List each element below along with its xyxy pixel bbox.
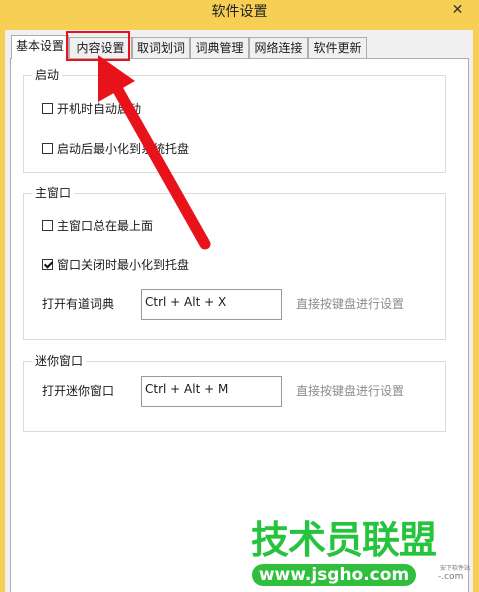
tab-label: 词典管理 [195,41,244,55]
checkbox-box[interactable] [42,220,53,231]
checkbox-box-checked[interactable] [42,259,53,270]
close-button[interactable]: ✕ [436,0,479,22]
watermark-small-text: 安下软件站 [440,565,471,572]
title-bar[interactable]: 软件设置 ✕ [0,0,479,30]
checkbox-label: 开机时自动启动 [57,102,142,116]
open-dictionary-hotkey-label: 打开有道词典 [42,297,115,311]
tab-word-capture[interactable]: 取词划词 [132,37,190,58]
open-dictionary-hotkey-input[interactable]: Ctrl + Alt + X [141,289,282,320]
window-title: 软件设置 [211,4,268,20]
site-watermark: 技术员联盟 www.jsgho.com 安下软件站 -.com [244,518,479,592]
group-title: 启动 [32,68,63,82]
open-mini-window-hotkey-label: 打开迷你窗口 [42,384,115,398]
startup-group: 启动 [23,68,446,173]
watermark-logo-text: 技术员联盟 [251,518,437,562]
group-title: 主窗口 [32,186,75,200]
tab-highlight-box [66,31,130,61]
checkbox-label: 主窗口总在最上面 [57,219,154,233]
tab-label: 取词划词 [136,41,185,55]
window-frame-right [473,30,479,592]
tab-label: 基本设置 [15,39,64,53]
open-mini-window-hotkey-input[interactable]: Ctrl + Alt + M [141,376,282,407]
tab-label: 网络连接 [254,41,303,55]
checkbox-box[interactable] [42,143,53,154]
tab-dictionary-management[interactable]: 词典管理 [190,37,249,58]
checkbox-box[interactable] [42,103,53,114]
tab-software-update[interactable]: 软件更新 [308,37,367,58]
tab-network[interactable]: 网络连接 [249,37,308,58]
group-title: 迷你窗口 [32,354,87,368]
hotkey-hint: 直接按键盘进行设置 [296,384,405,398]
tab-label: 软件更新 [313,41,362,55]
watermark-url: www.jsgho.com [252,564,416,586]
settings-window: 软件设置 ✕ 基本设置 内容设置 取词划词 词典管理 网络连接 软件更新 启动 … [0,0,479,592]
checkbox-label: 启动后最小化到系统托盘 [57,142,190,156]
tab-basic-settings[interactable]: 基本设置 [11,35,69,59]
close-icon: ✕ [451,2,464,18]
hotkey-hint: 直接按键盘进行设置 [296,297,405,311]
checkbox-label: 窗口关闭时最小化到托盘 [57,258,190,272]
watermark-small-domain: -.com [438,572,464,582]
